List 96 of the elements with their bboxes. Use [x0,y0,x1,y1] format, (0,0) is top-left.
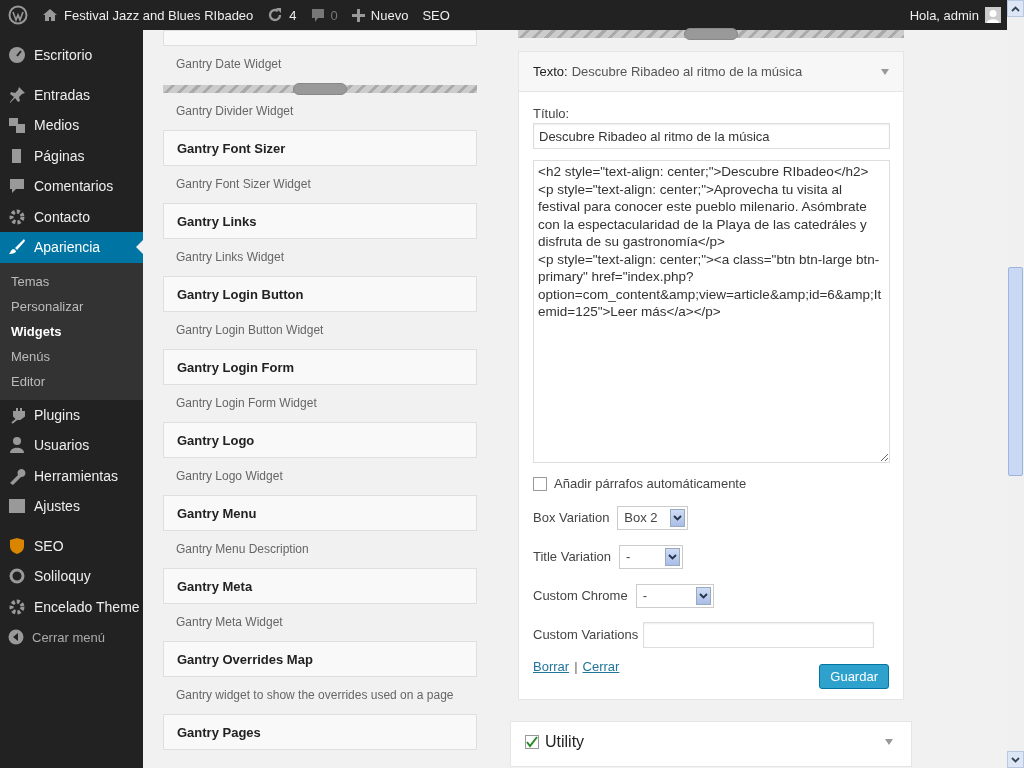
widget-card[interactable]: Gantry Login Form [163,349,477,385]
scrollbar[interactable] [1007,0,1024,768]
collapse-icon [8,629,24,646]
widget-description: Gantry Links Widget [175,249,286,266]
widget-card[interactable]: Gantry Overrides Map [163,641,477,677]
content-textarea[interactable]: <h2 style="text-align: center;">Descubre RIbadeo</h2> <p style="text-align: center;">Aprovecha tu visita al festival para conocer este pueblo milenario. Asómbrate con la espectacularidad de la Playa de las catedráles y disfruta de su gastronomía</p> <p style="text-align: center;"><a class="btn btn-large btn-primary" href="index.php?option=com_content&amp;view=article&amp;id=6&amp;Itemid=125">Leer más</a></p> [533,160,890,463]
menu-item[interactable]: Páginas [0,140,143,171]
caret-icon[interactable] [885,739,893,745]
close-link[interactable]: Cerrar [582,659,620,674]
comment-icon [8,177,26,196]
widget-description: Gantry widget to show the overrides used on a page [175,687,455,704]
widget-card[interactable]: Gantry Meta [163,568,477,604]
submenu-item[interactable]: Editor [0,368,143,394]
widget-description: Gantry Login Button Widget [175,322,325,339]
wrench-icon [8,466,26,485]
ring-icon [8,567,26,586]
site-name-link[interactable]: Festival Jazz and Blues RIbadeo [64,7,254,23]
widget-card[interactable]: Gantry Login Button [163,276,477,312]
greeting-link[interactable]: Hola, admin [909,7,979,23]
widget-description: Gantry Font Sizer Widget [175,176,312,193]
divider-widget[interactable] [163,85,477,93]
checkbox-label: Añadir párrafos automáticamente [554,476,747,491]
menu-item[interactable]: Soliloquy [0,561,143,592]
select-label: Custom Chrome [533,588,628,603]
widget-card[interactable]: Gantry Menu [163,495,477,531]
select-label: Box Variation [533,510,610,525]
title-input[interactable]: Descubre Ribadeo al ritmo de la música [533,123,890,149]
menu-item[interactable]: Usuarios [0,430,143,461]
widget-area-header[interactable]: Utility [510,721,912,767]
brush-icon [8,238,26,257]
menu-item[interactable]: Ajustes [0,491,143,522]
gear-icon [8,597,26,616]
caret-icon[interactable] [881,68,889,75]
widget-card[interactable]: Gantry Font Sizer [163,130,477,166]
chevron-down-icon [673,514,683,521]
menu-item[interactable]: Contacto [0,201,143,232]
dropdown[interactable]: Box 2 [617,505,689,530]
menu-item[interactable]: Medios [0,110,143,141]
menu-item[interactable]: Encelado Theme [0,591,143,622]
comments-count: 0 [330,7,338,23]
user-icon [8,436,26,455]
new-link[interactable]: Nuevo [370,7,409,23]
widget-card[interactable]: Gantry Logo [163,422,477,458]
scroll-up-icon[interactable] [1007,0,1024,17]
comment-icon[interactable] [310,7,325,23]
select-label: Title Variation [533,549,612,564]
chevron-down-icon [698,592,708,599]
collapse-menu-button[interactable]: Cerrar menú [0,622,143,653]
widget-description: Gantry Date Widget [175,56,283,73]
seo-link[interactable]: SEO [422,7,450,23]
widget-card[interactable]: Gantry Links [163,203,477,239]
widget-description: Gantry Logo Widget [175,468,284,485]
link-separator: | [574,659,578,674]
menu-item[interactable]: Entradas [0,79,143,110]
submenu-item[interactable]: Menús [0,343,143,369]
scroll-down-icon[interactable] [1007,751,1024,768]
home-icon[interactable] [42,8,58,22]
checkbox[interactable] [533,476,547,491]
custom-variations-input[interactable] [643,621,875,648]
refresh-icon[interactable] [267,7,284,23]
widget-description: Gantry Meta Widget [175,614,284,631]
menu-item[interactable]: Plugins [0,399,143,430]
menu-item[interactable]: Comentarios [0,171,143,202]
widget-type: Texto: [533,64,568,79]
title-label: Título: [533,106,571,121]
avatar-icon[interactable] [985,7,1001,23]
wordpress-logo-icon[interactable] [8,5,28,25]
seo-icon [8,536,26,555]
section-title: Utility [545,733,585,751]
dropdown[interactable]: - [635,583,714,608]
updates-count: 4 [289,7,297,23]
menu-item[interactable]: Herramientas [0,460,143,491]
menu-item[interactable]: Apariencia [0,232,143,263]
checkbox[interactable] [525,735,539,749]
gear-icon [8,207,26,226]
plus-icon[interactable] [351,8,365,22]
dropdown[interactable]: - [619,544,684,569]
scroll-thumb[interactable] [1008,267,1023,476]
widget-description: Gantry Login Form Widget [175,395,318,412]
submenu-item[interactable]: Temas [0,268,143,294]
chevron-down-icon [668,553,678,560]
menu-item[interactable]: SEO [0,530,143,561]
widget-name: Descubre Ribadeo al ritmo de la música [571,64,803,79]
delete-link[interactable]: Borrar [533,659,570,674]
submenu-item[interactable]: Personalizar [0,293,143,319]
widget-description: Gantry Divider Widget [175,103,295,120]
widget-header[interactable]: Texto: Descubre Ribadeo al ritmo de la música [519,52,903,92]
media-icon [8,116,26,135]
custom-variations-label: Custom Variations [533,627,639,642]
widget-card[interactable]: Gantry Pages [163,714,477,750]
gauge-icon [8,46,26,65]
submenu-item[interactable]: Widgets [0,318,143,344]
pin-icon [8,85,26,104]
divider-widget[interactable] [518,30,904,38]
menu-item[interactable]: Escritorio [0,40,143,71]
widget-description: Gantry Menu Description [175,541,310,558]
